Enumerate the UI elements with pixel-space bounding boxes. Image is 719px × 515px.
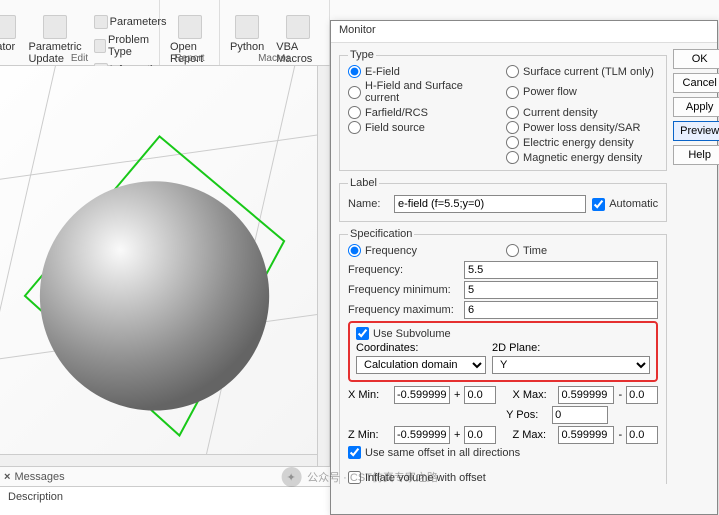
radio-current-density[interactable]: Current density [506,106,658,119]
xmin-input[interactable] [394,386,450,404]
fmax-input[interactable] [464,301,658,319]
radio-powerflow[interactable]: Power flow [506,80,658,104]
xmin-label: X Min: [348,389,390,401]
radio-surface-current[interactable]: Surface current (TLM only) [506,65,658,78]
zmin-offset[interactable] [464,426,496,444]
zmin-input[interactable] [394,426,450,444]
specification-fieldset: Specification Frequency Time Frequency: … [339,228,667,484]
automatic-check[interactable]: Automatic [592,198,658,211]
type-fieldset: Type E-Field Surface current (TLM only) … [339,49,667,171]
ribbon-group-report: Report [160,53,219,64]
plane-select[interactable]: Y [492,356,650,374]
xmax-offset[interactable] [626,386,658,404]
use-subvolume-check[interactable]: Use Subvolume [356,327,650,340]
spec-legend: Specification [348,228,414,240]
radio-farfield[interactable]: Farfield/RCS [348,106,500,119]
parameters-button[interactable]: Parameters [90,13,171,31]
dialog-title: Monitor [331,21,717,43]
same-offset-check[interactable]: Use same offset in all directions [348,446,658,459]
apply-button[interactable]: Apply [673,97,719,117]
viewport-3d[interactable] [0,66,330,466]
ribbon-group-macros: Macros [220,53,329,64]
zmax-input[interactable] [558,426,614,444]
freq-label: Frequency: [348,264,458,276]
xmax-label: X Max: [512,389,554,401]
zmax-offset[interactable] [626,426,658,444]
name-label: Name: [348,198,388,210]
radio-frequency[interactable]: Frequency [348,244,500,257]
xmax-input[interactable] [558,386,614,404]
plane-label: 2D Plane: [492,342,650,354]
coords-select[interactable]: Calculation domain [356,356,486,374]
close-icon[interactable]: × [4,471,10,483]
messages-label: Messages [14,471,64,483]
monitor-dialog: Monitor Type E-Field Surface current (TL… [330,20,718,515]
fmax-label: Frequency maximum: [348,304,458,316]
fmin-label: Frequency minimum: [348,284,458,296]
ribbon-group-edit: Edit [0,53,159,64]
radio-time[interactable]: Time [506,244,658,257]
xmin-offset[interactable] [464,386,496,404]
viewport-vscroll[interactable] [317,66,329,466]
radio-eenergy[interactable]: Electric energy density [506,136,658,149]
radio-powerloss[interactable]: Power loss density/SAR [506,121,658,134]
zmin-label: Z Min: [348,429,390,441]
messages-panel-header[interactable]: × Messages [0,466,330,486]
radio-menergy[interactable]: Magnetic energy density [506,151,658,164]
help-button[interactable]: Help [673,145,719,165]
python-button[interactable]: Python [226,13,268,55]
fmin-input[interactable] [464,281,658,299]
cancel-button[interactable]: Cancel [673,73,719,93]
name-input[interactable] [394,195,586,213]
ypos-input[interactable] [552,406,608,424]
viewport-hscroll[interactable] [0,454,317,466]
coords-label: Coordinates: [356,342,486,354]
ok-button[interactable]: OK [673,49,719,69]
radio-fieldsource[interactable]: Field source [348,121,500,134]
label-fieldset: Label Name: Automatic [339,177,667,222]
inflate-check[interactable]: Inflate volume with offset [348,471,658,484]
type-legend: Type [348,49,376,61]
label-legend: Label [348,177,379,189]
subvolume-highlight: Use Subvolume Coordinates: 2D Plane: Cal… [348,321,658,382]
ypos-label: Y Pos: [506,409,548,421]
radio-efield[interactable]: E-Field [348,65,500,78]
freq-input[interactable] [464,261,658,279]
zmax-label: Z Max: [512,429,554,441]
description-tab[interactable]: Description [0,486,330,514]
preview-button[interactable]: Preview [673,121,719,141]
calculator-button[interactable]: lator [0,13,20,55]
radio-hfield[interactable]: H-Field and Surface current [348,80,500,104]
